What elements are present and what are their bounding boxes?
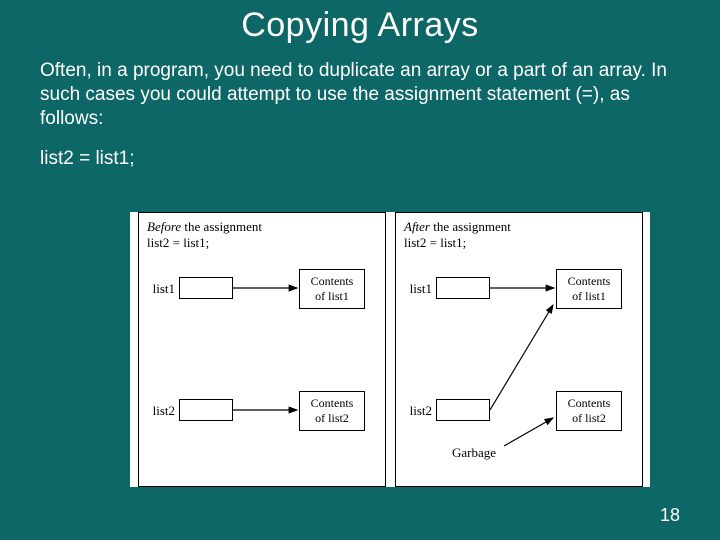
slide-title: Copying Arrays [0,0,720,55]
after-var2-label: list2 [392,403,432,419]
before-caption: Before the assignment list2 = list1; [147,219,262,252]
after-garbage-label: Garbage [452,445,512,461]
before-content1-box: Contents of list1 [299,269,365,309]
before-var1-box [179,277,233,299]
diagram-container: Before the assignment list2 = list1; lis… [130,212,650,487]
after-caption: After the assignment list2 = list1; [404,219,511,252]
before-content1-line2: of list1 [315,289,349,303]
after-content2-line2: of list2 [572,411,606,425]
after-var1-label: list1 [392,281,432,297]
after-panel: After the assignment list2 = list1; list… [395,212,643,487]
before-caption-rest: the assignment [181,219,262,234]
before-caption-em: Before [147,219,181,234]
after-content1-line2: of list1 [572,289,606,303]
after-caption-em: After [404,219,430,234]
code-line: list2 = list1; [0,140,720,176]
after-arrows [396,213,644,488]
before-content2-line2: of list2 [315,411,349,425]
after-content1-line1: Contents [568,274,611,288]
before-caption-line2: list2 = list1; [147,235,209,250]
before-var2-label: list2 [135,403,175,419]
after-var2-box [436,399,490,421]
body-paragraph: Often, in a program, you need to duplica… [0,55,720,140]
after-caption-line2: list2 = list1; [404,235,466,250]
after-caption-rest: the assignment [430,219,511,234]
before-panel: Before the assignment list2 = list1; lis… [138,212,386,487]
before-arrows [139,213,387,488]
before-var2-box [179,399,233,421]
before-var1-label: list1 [135,281,175,297]
before-content2-box: Contents of list2 [299,391,365,431]
after-content1-box: Contents of list1 [556,269,622,309]
after-content2-box: Contents of list2 [556,391,622,431]
before-content1-line1: Contents [311,274,354,288]
page-number: 18 [660,505,680,526]
after-content2-line1: Contents [568,396,611,410]
after-var1-box [436,277,490,299]
before-content2-line1: Contents [311,396,354,410]
